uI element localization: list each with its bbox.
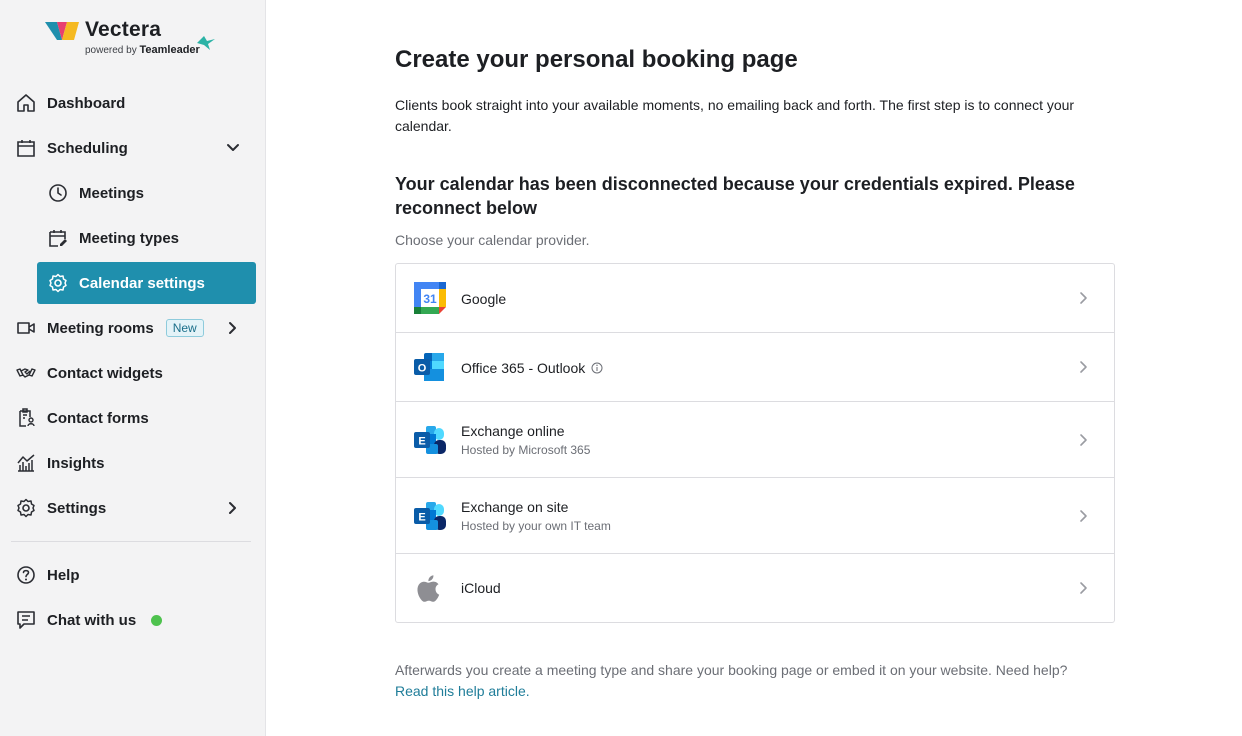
question-icon [15,564,37,586]
sidebar-item-label: Meeting rooms [47,319,154,337]
provider-google[interactable]: 31 Google [396,264,1114,333]
sidebar-item-dashboard[interactable]: Dashboard [15,83,255,123]
provider-name: iCloud [461,580,501,596]
vectera-logo-icon [45,22,79,40]
sidebar-item-meeting-rooms[interactable]: Meeting rooms New [15,308,255,348]
handshake-icon [15,362,37,384]
sidebar-item-contact-forms[interactable]: Contact forms [15,398,255,438]
chevron-right-icon [1080,434,1087,446]
sidebar: Vectera powered by Teamleader Dashboard … [0,0,266,736]
teamleader-logo-icon [197,36,215,50]
outlook-icon: O [414,353,444,381]
gear-icon [15,497,37,519]
clipboard-user-icon [15,407,37,429]
sidebar-item-label: Insights [47,454,105,472]
provider-name: Office 365 - Outlook [461,360,586,376]
sidebar-divider [11,541,251,542]
calendar-edit-icon [47,227,69,249]
chevron-right-icon [1080,510,1087,522]
brand-powered-by: powered by Teamleader [85,44,200,56]
provider-name: Exchange on site [461,499,569,515]
sidebar-item-label: Meeting types [79,229,180,247]
sidebar-item-label: Meetings [79,184,145,202]
powered-prefix: powered by [85,45,137,56]
sidebar-item-insights[interactable]: Insights [15,443,255,483]
chevron-right-icon[interactable] [223,318,243,338]
clock-icon [47,182,69,204]
provider-exchange-on-site[interactable]: E Exchange on site Hosted by your own IT… [396,478,1114,554]
sidebar-item-settings[interactable]: Settings [15,488,255,528]
help-article-link[interactable]: Read this help article. [395,683,530,699]
brand-logo[interactable]: Vectera powered by Teamleader [45,18,225,58]
provider-exchange-online[interactable]: E Exchange online Hosted by Microsoft 36… [396,402,1114,478]
calendar-icon [15,137,37,159]
sidebar-item-scheduling[interactable]: Scheduling [15,128,255,168]
exchange-icon: E [414,426,446,454]
chevron-right-icon [1080,582,1087,594]
chevron-right-icon [1080,361,1087,373]
sidebar-item-contact-widgets[interactable]: Contact widgets [15,353,255,393]
chat-icon [15,609,37,631]
sidebar-item-label: Settings [47,499,107,517]
sidebar-item-help[interactable]: Help [15,555,255,595]
new-badge: New [165,319,204,337]
video-camera-icon [15,317,37,339]
chevron-down-icon[interactable] [223,138,243,158]
chevron-right-icon[interactable] [223,498,243,518]
sidebar-item-meeting-types[interactable]: Meeting types [47,218,255,258]
provider-subtitle: Hosted by Microsoft 365 [461,443,591,457]
provider-name: Google [461,291,507,307]
sidebar-item-label: Dashboard [47,94,126,112]
brand-name: Vectera [85,18,162,41]
gear-icon [47,272,69,294]
home-icon [15,92,37,114]
svg-text:E: E [418,436,425,448]
provider-icloud[interactable]: iCloud [396,554,1114,622]
sidebar-item-meetings[interactable]: Meetings [47,173,255,213]
google-calendar-icon: 31 [414,282,446,314]
powered-brand: Teamleader [139,44,200,56]
intro-text: Clients book straight into your availabl… [395,97,1075,134]
info-icon[interactable] [591,362,603,374]
disconnected-warning: Your calendar has been disconnected beca… [395,174,1075,218]
sidebar-item-calendar-settings[interactable]: Calendar settings [37,262,256,304]
provider-office-365[interactable]: O Office 365 - Outlook [396,333,1114,402]
sidebar-item-label: Calendar settings [79,274,205,292]
footer-text: Afterwards you create a meeting type and… [395,662,1068,678]
provider-list: 31 Google O Office 365 - Outlook E Excha… [395,263,1115,623]
svg-text:O: O [418,363,427,375]
svg-text:31: 31 [423,292,437,306]
chevron-right-icon [1080,292,1087,304]
sidebar-item-label: Contact widgets [47,364,163,382]
sidebar-item-label: Scheduling [47,139,128,157]
online-status-dot [151,614,163,626]
svg-text:E: E [418,512,425,524]
sidebar-item-chat[interactable]: Chat with us [15,600,255,640]
sidebar-item-label: Chat with us [47,611,137,629]
provider-name: Exchange online [461,423,565,439]
choose-provider-label: Choose your calendar provider. [395,232,590,248]
footer-help-text: Afterwards you create a meeting type and… [395,660,1125,702]
apple-icon [417,575,440,602]
provider-subtitle: Hosted by your own IT team [461,519,611,533]
sidebar-item-label: Contact forms [47,409,149,427]
page-title: Create your personal booking page [395,46,798,73]
exchange-icon: E [414,502,446,530]
chart-icon [15,452,37,474]
sidebar-item-label: Help [47,566,80,584]
